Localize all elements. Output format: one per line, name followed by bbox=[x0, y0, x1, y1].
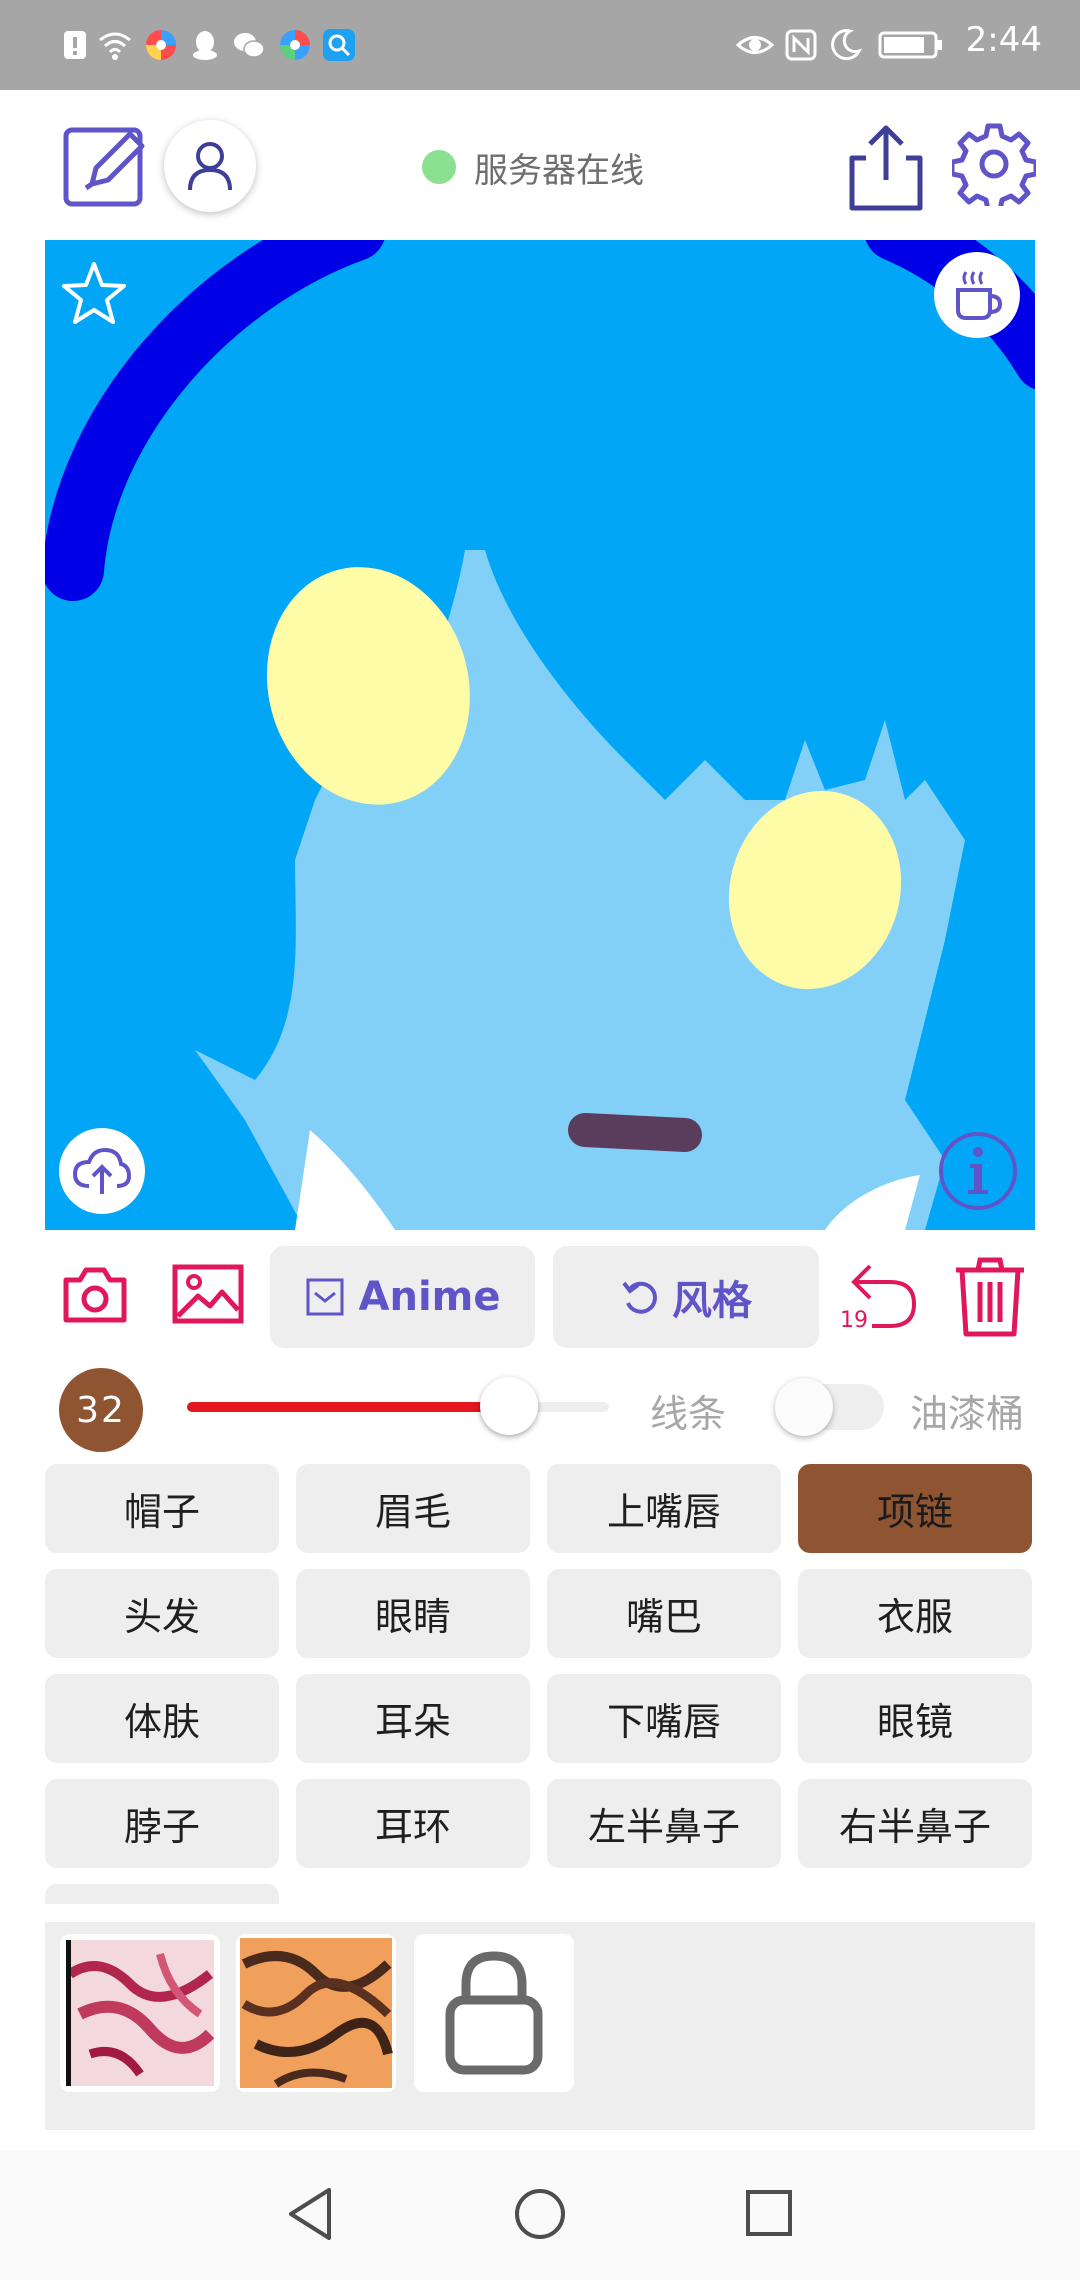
label-button[interactable]: 体肤 bbox=[45, 1674, 279, 1763]
app-icon bbox=[146, 30, 176, 60]
label-button[interactable]: 下嘴唇 bbox=[547, 1674, 781, 1763]
rotate-left-icon bbox=[622, 1281, 657, 1314]
gallery-icon[interactable] bbox=[172, 1264, 244, 1324]
checkbox-icon bbox=[306, 1278, 344, 1316]
label-button[interactable]: 眉毛 bbox=[296, 1464, 530, 1553]
locked-style-slot[interactable] bbox=[414, 1934, 574, 2092]
share-icon[interactable] bbox=[848, 122, 924, 212]
user-icon bbox=[188, 142, 232, 191]
style-thumbnail-image bbox=[66, 1940, 215, 2086]
label-button[interactable]: 上嘴唇 bbox=[547, 1464, 781, 1553]
wifi-icon bbox=[99, 32, 131, 60]
style-thumbnail-image bbox=[240, 1938, 393, 2088]
cloud-upload-button[interactable] bbox=[59, 1128, 145, 1214]
moon-icon bbox=[831, 29, 862, 61]
brush-size-badge: 32 bbox=[59, 1368, 143, 1452]
app-icon bbox=[280, 30, 310, 60]
wechat-icon bbox=[234, 33, 265, 58]
bucket-toggle-knob[interactable] bbox=[775, 1378, 833, 1436]
cloud-upload-icon bbox=[73, 1147, 131, 1194]
back-icon[interactable] bbox=[285, 2186, 335, 2242]
label-button[interactable]: 帽子 bbox=[45, 1464, 279, 1553]
eye-icon bbox=[736, 36, 774, 54]
server-status: 服务器在线 bbox=[422, 142, 644, 192]
label-button[interactable]: 眼睛 bbox=[296, 1569, 530, 1658]
battery-icon bbox=[878, 31, 942, 59]
home-icon[interactable] bbox=[512, 2186, 568, 2242]
label-button[interactable]: 项链 bbox=[798, 1464, 1032, 1553]
label-button[interactable]: 嘴巴 bbox=[547, 1569, 781, 1658]
settings-icon[interactable] bbox=[952, 122, 1036, 206]
label-button[interactable]: 眼镜 bbox=[798, 1674, 1032, 1763]
style-button[interactable]: 风格 bbox=[553, 1246, 819, 1348]
server-status-text: 服务器在线 bbox=[474, 150, 644, 191]
camera-icon[interactable] bbox=[62, 1264, 128, 1324]
anime-button-label: Anime bbox=[358, 1274, 501, 1320]
sim-alert-icon bbox=[64, 31, 86, 59]
coffee-icon bbox=[956, 271, 1003, 320]
brush-size-slider-fill bbox=[187, 1402, 509, 1412]
undo-count: 19 bbox=[840, 1308, 868, 1333]
edit-icon[interactable] bbox=[62, 122, 148, 208]
label-button[interactable]: 脖子 bbox=[45, 1779, 279, 1868]
status-bar: 2:44 bbox=[0, 0, 1080, 90]
style-thumbnail[interactable] bbox=[60, 1934, 220, 2092]
nfc-icon bbox=[785, 29, 817, 61]
label-button[interactable]: 耳环 bbox=[296, 1779, 530, 1868]
brush-size-slider-thumb[interactable] bbox=[480, 1377, 538, 1435]
undo-button[interactable]: 19 bbox=[836, 1258, 920, 1338]
search-app-icon bbox=[323, 29, 355, 61]
canvas-drawing bbox=[45, 240, 1035, 1230]
info-icon[interactable] bbox=[937, 1130, 1019, 1212]
label-button[interactable]: 耳朵 bbox=[296, 1674, 530, 1763]
server-status-dot bbox=[422, 150, 456, 184]
recents-icon[interactable] bbox=[744, 2188, 794, 2238]
user-button[interactable] bbox=[164, 120, 256, 212]
lock-icon bbox=[445, 1951, 543, 2075]
bucket-mode-label: 油漆桶 bbox=[910, 1392, 1025, 1436]
style-button-label: 风格 bbox=[672, 1278, 752, 1324]
star-icon[interactable] bbox=[61, 260, 127, 326]
label-button-partial[interactable] bbox=[45, 1884, 279, 1904]
line-mode-label: 线条 bbox=[650, 1392, 727, 1436]
system-nav-bar bbox=[0, 2150, 1080, 2280]
label-button[interactable]: 左半鼻子 bbox=[547, 1779, 781, 1868]
anime-button[interactable]: Anime bbox=[270, 1246, 535, 1348]
drawing-canvas[interactable] bbox=[45, 240, 1035, 1230]
label-button[interactable]: 右半鼻子 bbox=[798, 1779, 1032, 1868]
coffee-button[interactable] bbox=[934, 252, 1020, 338]
label-button[interactable]: 头发 bbox=[45, 1569, 279, 1658]
status-time: 2:44 bbox=[965, 20, 1042, 60]
style-thumbnail[interactable] bbox=[236, 1934, 396, 2092]
trash-icon[interactable] bbox=[952, 1256, 1028, 1338]
qq-icon bbox=[193, 31, 217, 60]
label-button[interactable]: 衣服 bbox=[798, 1569, 1032, 1658]
